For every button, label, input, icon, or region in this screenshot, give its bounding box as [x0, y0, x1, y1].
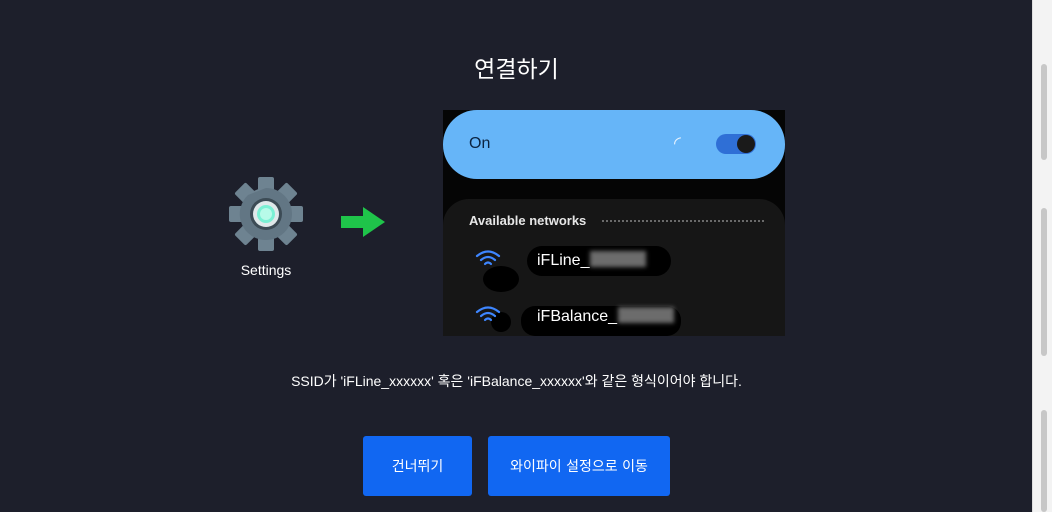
network-row: iFLine_: [443, 244, 785, 292]
network-name: iFLine_: [537, 251, 647, 270]
arrow-right-icon: [339, 205, 387, 243]
available-networks-panel: Available networks iFLine_ iFBalance_: [443, 199, 785, 336]
page-title: 연결하기: [474, 57, 559, 83]
scrollbar[interactable]: [1032, 0, 1052, 512]
phone-wifi-screenshot: On ◜ Available networks iFLine_ iFBalanc…: [443, 110, 785, 336]
wifi-toggle-bar: On ◜: [443, 110, 785, 179]
redacted-ssid-suffix: [590, 251, 647, 267]
loading-spinner-icon: ◜: [674, 133, 681, 154]
wifi-toggle-switch: [716, 134, 756, 154]
gear-icon: [228, 177, 304, 256]
settings-app: Settings: [224, 176, 308, 278]
scrollbar-thumb-middle[interactable]: [1041, 208, 1047, 356]
scrollbar-thumb-top[interactable]: [1041, 64, 1047, 160]
heading-divider: [602, 220, 764, 222]
network-row: iFBalance_: [443, 300, 785, 336]
available-networks-heading: Available networks: [469, 213, 587, 228]
settings-label: Settings: [240, 262, 292, 278]
ssid-format-description: SSID가 'iFLine_xxxxxx' 혹은 'iFBalance_xxxx…: [291, 373, 742, 389]
wifi-icon: [475, 248, 501, 274]
skip-button[interactable]: 건너뛰기: [363, 436, 472, 496]
wifi-toggle-label: On: [469, 135, 491, 152]
toggle-knob: [737, 135, 755, 153]
wifi-icon: [475, 304, 501, 330]
scrollbar-thumb-bottom[interactable]: [1041, 410, 1047, 512]
redacted-ssid-suffix: [618, 307, 675, 323]
network-name: iFBalance_: [537, 307, 675, 326]
wifi-settings-button[interactable]: 와이파이 설정으로 이동: [488, 436, 670, 496]
